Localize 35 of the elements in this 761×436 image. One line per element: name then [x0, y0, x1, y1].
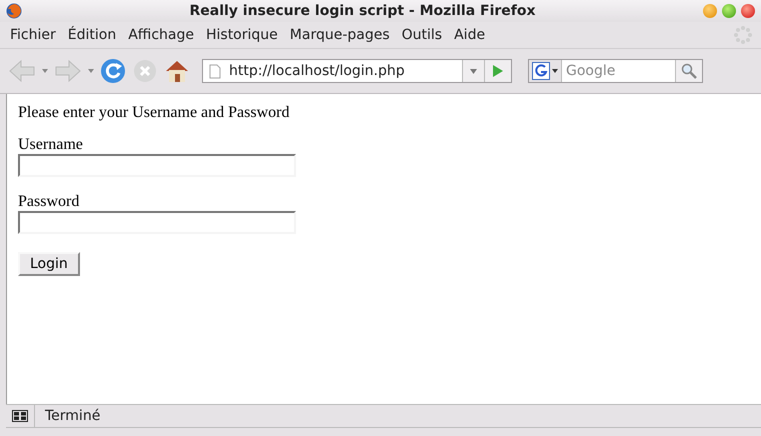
reload-icon[interactable]: [100, 58, 126, 84]
search-engine-button[interactable]: [529, 60, 562, 82]
menu-item[interactable]: Fichier: [4, 27, 62, 43]
text-field[interactable]: [18, 154, 296, 177]
menu-item[interactable]: Marque-pages: [284, 27, 396, 43]
menu-item[interactable]: Affichage: [122, 27, 200, 43]
page-icon: [209, 64, 221, 78]
menu-item[interactable]: Historique: [200, 27, 284, 43]
search-icon[interactable]: [675, 60, 702, 82]
dropdown-caret-icon[interactable]: [42, 69, 48, 73]
menu-item[interactable]: Aide: [448, 27, 492, 43]
text-field[interactable]: [18, 211, 296, 234]
address-field[interactable]: http://localhost/login.php: [202, 59, 512, 83]
field-label: Password: [18, 193, 80, 211]
letter-g-icon: [532, 62, 550, 80]
maximize-button[interactable]: [722, 4, 736, 18]
caret-icon: [470, 68, 477, 74]
status-text: Terminé: [44, 408, 100, 424]
menu-item[interactable]: Édition: [62, 27, 122, 43]
field-label: Username: [18, 136, 83, 154]
menu-item[interactable]: Outils: [396, 27, 448, 43]
history-dropdown-button[interactable]: [462, 60, 484, 82]
url-text: http://localhost/login.php: [229, 63, 406, 79]
close-button[interactable]: [741, 4, 755, 18]
window-title: Really insecure login script - Mozilla Firefox: [188, 3, 537, 19]
play-arrow-icon: [492, 64, 504, 78]
instruction-text: Please enter your Username and Password: [18, 104, 290, 122]
search-bar[interactable]: Google: [528, 59, 703, 83]
go-button[interactable]: [484, 60, 511, 82]
login-button[interactable]: Login: [18, 252, 80, 276]
minimize-button[interactable]: [703, 4, 717, 18]
home-icon[interactable]: [164, 58, 190, 84]
dropdown-caret-icon[interactable]: [88, 69, 94, 73]
browser-logo-icon: [6, 3, 22, 19]
caret-icon: [552, 69, 558, 73]
